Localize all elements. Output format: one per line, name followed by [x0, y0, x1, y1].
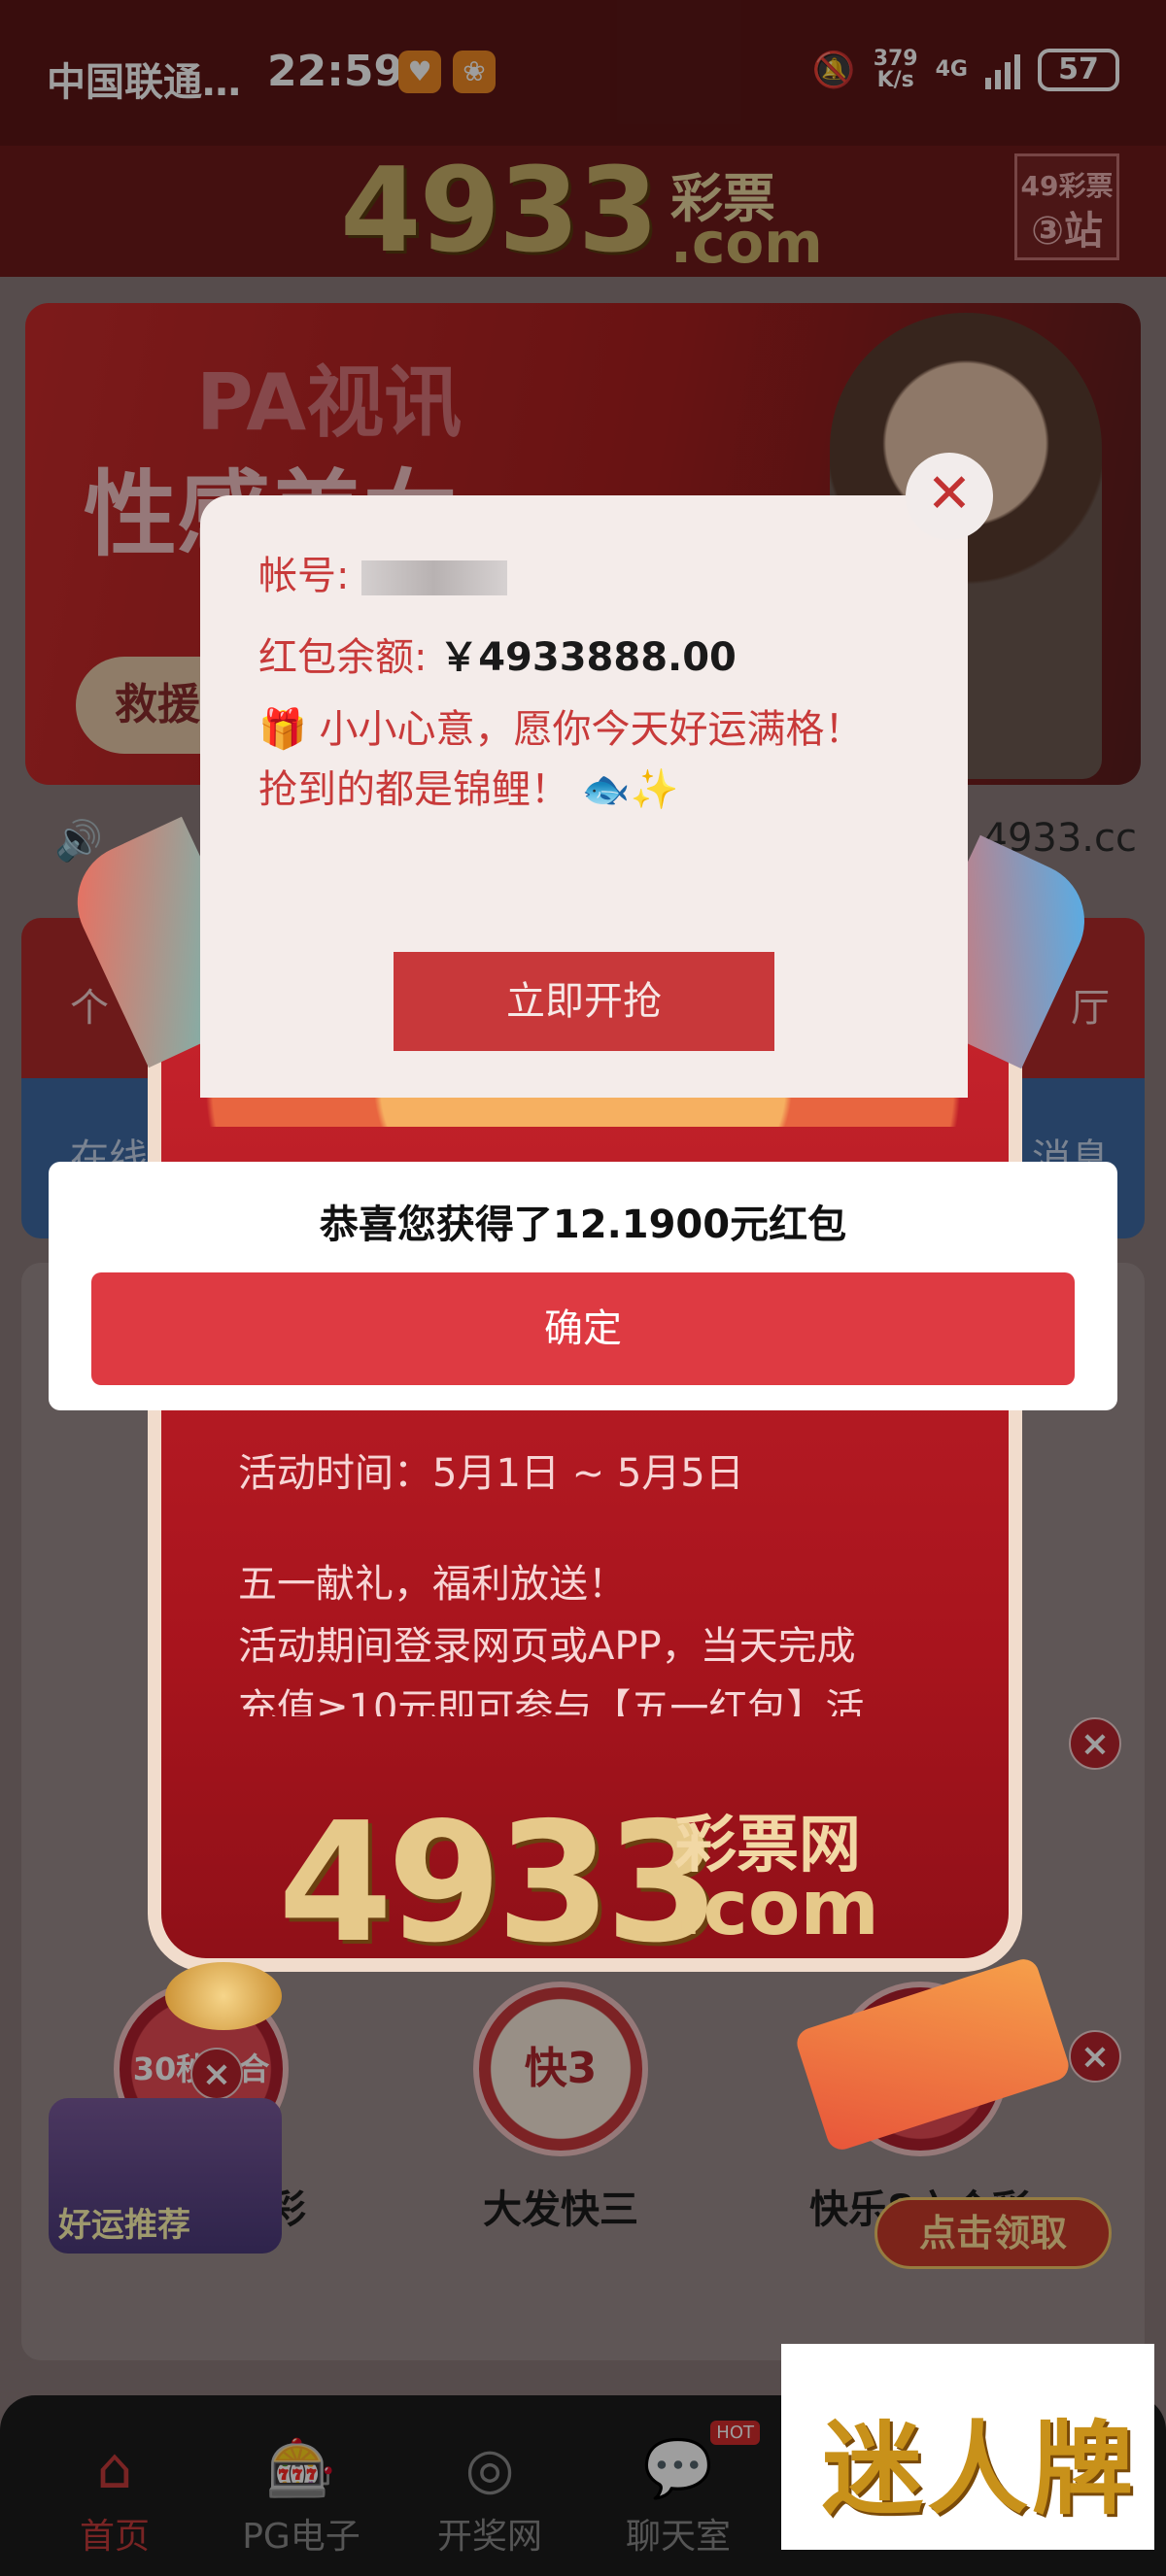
- watermark-logo: 迷人牌: [822, 2409, 1138, 2528]
- envelope-logo: 4933: [278, 1787, 720, 1980]
- close-icon[interactable]: ✕: [906, 453, 993, 540]
- masked-account: [361, 560, 508, 595]
- activity-time: 活动时间：5月1日 ~ 5月5日: [238, 1451, 744, 1496]
- grab-now-button[interactable]: 立即开抢: [394, 952, 774, 1051]
- balance-value: ￥4933888.00: [439, 635, 737, 680]
- activity-line: 活动期间登录网页或APP，当天完成: [238, 1624, 856, 1669]
- account-row: 帐号:: [258, 544, 508, 600]
- watermark: 迷人牌: [781, 2344, 1154, 2550]
- coin-decoration: [165, 1962, 282, 2030]
- reward-message: 恭喜您获得了12.1900元红包: [319, 1203, 847, 1247]
- activity-line: 充值≥10元即可参与【五一红包】活: [238, 1686, 865, 1716]
- activity-description: 活动时间：5月1日 ~ 5月5日 五一献礼，福利放送！ 活动期间登录网页或APP…: [238, 1442, 957, 1716]
- activity-line: 五一献礼，福利放送！: [238, 1562, 627, 1607]
- message-line: 抢到的都是锦鲤！ 🐟✨: [258, 767, 679, 812]
- envelope-logo-com: .com: [674, 1865, 879, 1952]
- reward-dialog: 恭喜您获得了12.1900元红包 确定: [49, 1162, 1117, 1410]
- message-line: 🎁 小小心意，愿你今天好运满格！: [258, 707, 864, 752]
- balance-row: 红包余额: ￥4933888.00: [258, 635, 737, 680]
- confirm-button[interactable]: 确定: [91, 1272, 1075, 1385]
- account-card: 帐号: 红包余额: ￥4933888.00 🎁 小小心意，愿你今天好运满格！ 抢…: [200, 495, 968, 1098]
